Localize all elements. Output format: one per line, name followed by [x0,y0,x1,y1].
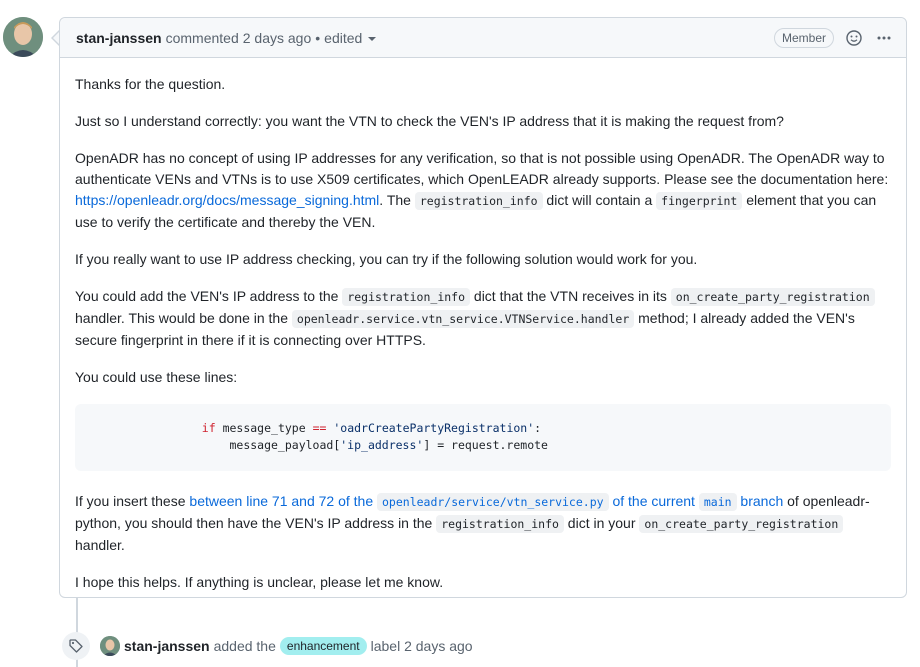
code-keyword: if [201,421,216,435]
paragraph-ip-check: If you really want to use IP address che… [75,251,698,267]
paragraph-insert: If you insert these between line 71 and … [75,491,891,556]
triangle-down-icon [368,36,377,41]
comment-body: Thanks for the question. Just so I under… [60,58,906,593]
link-text: between line 71 and 72 of the [189,493,377,509]
inline-code: registration_info [414,192,543,210]
timeline-event: stan-janssen added the enhancement label… [62,632,473,660]
label-enhancement[interactable]: enhancement [279,637,367,655]
tag-icon [62,632,90,660]
text: . The [379,192,415,208]
inline-code: registration_info [342,288,471,306]
paragraph-lines-intro: You could use these lines: [75,369,238,385]
inline-code: on_create_party_registration [639,515,844,533]
role-badge: Member [773,27,834,48]
inline-code: on_create_party_registration [670,288,875,306]
code-string: 'oadrCreatePartyRegistration' [326,421,535,435]
inline-code: openleadr.service.vtn_service.VTNService… [291,310,635,328]
comment-separator: • [315,29,321,46]
avatar-image [3,17,43,57]
code-string: 'ip_address' [340,438,424,452]
event-author[interactable]: stan-janssen [124,638,210,654]
event-suffix: label 2 days ago [370,638,473,654]
docs-link[interactable]: https://openleadr.org/docs/message_signi… [75,192,379,208]
code-operator: == [312,421,327,435]
source-link[interactable]: between line 71 and 72 of the openleadr/… [189,493,784,511]
edited-dropdown[interactable]: edited [324,29,377,46]
link-text: branch [736,493,784,509]
code-text: message_payload[ [91,438,341,452]
inline-code: registration_info [436,515,564,533]
event-action: added the [213,638,276,654]
edited-label: edited [324,29,363,46]
kebab-horizontal-icon[interactable] [874,28,894,48]
text: handler. This would be done in the [75,310,292,326]
paragraph-solution: You could add the VEN's IP address to th… [75,286,891,351]
text: dict in your [563,515,640,531]
comment-box: stan-janssen commented 2 days ago • edit… [59,17,907,598]
text: handler. [75,537,125,553]
text: dict that the VTN receives in its [470,288,671,304]
text: You could add the VEN's IP address to th… [75,288,343,304]
comment-header: stan-janssen commented 2 days ago • edit… [60,18,906,58]
comment-author[interactable]: stan-janssen [76,30,162,46]
event-avatar[interactable] [100,636,120,656]
code-block: if message_type == 'oadrCreatePartyRegis… [75,404,891,471]
paragraph-question: Just so I understand correctly: you want… [75,113,784,129]
inline-code: main [698,493,737,511]
smiley-icon[interactable] [844,28,864,48]
inline-code: openleadr/service/vtn_service.py [377,493,609,511]
text: If you insert these [75,493,190,509]
comment-action: commented [165,29,239,46]
code-text: ] = request.remote [423,438,548,452]
text: OpenADR has no concept of using IP addre… [75,150,889,187]
paragraph-closing: I hope this helps. If anything is unclea… [75,574,444,590]
avatar[interactable] [3,17,43,57]
paragraph-openadr: OpenADR has no concept of using IP addre… [75,148,891,233]
inline-code: fingerprint [656,192,743,210]
code-text: : [534,421,542,435]
comment-time[interactable]: 2 days ago [243,30,312,46]
link-text: of the current [608,493,699,509]
header-actions: Member [773,27,894,48]
paragraph-intro: Thanks for the question. [75,76,226,92]
text: dict will contain a [542,192,657,208]
code-text: message_type [215,421,313,435]
